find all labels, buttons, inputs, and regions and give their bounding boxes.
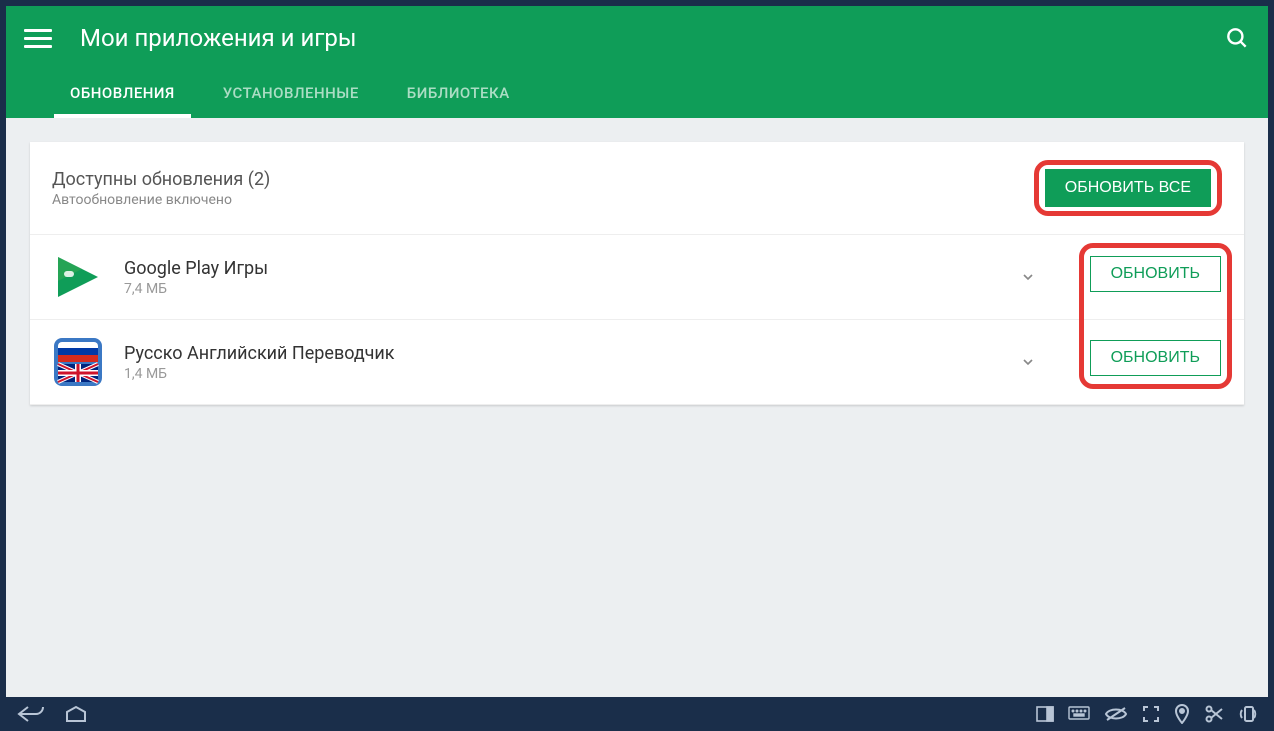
content-area: Доступны обновления (2) Автообновление в… — [6, 118, 1268, 697]
app-size: 7,4 МБ — [124, 281, 1004, 297]
app-row[interactable]: Русско Английский Переводчик 1,4 МБ — [30, 320, 1244, 405]
app-size: 1,4 МБ — [124, 366, 1004, 382]
app-icon-translator — [52, 336, 104, 388]
menu-icon[interactable] — [24, 24, 52, 52]
keyboard-icon[interactable] — [1068, 706, 1090, 722]
tab-library[interactable]: БИБЛИОТЕКА — [383, 70, 534, 118]
visibility-off-icon[interactable] — [1104, 705, 1128, 723]
toggle-panel-icon[interactable] — [1036, 706, 1054, 722]
app-name: Русско Английский Переводчик — [124, 343, 1004, 364]
home-icon[interactable] — [64, 705, 88, 723]
app-icon-play-games — [52, 251, 104, 303]
update-all-button[interactable]: ОБНОВИТЬ ВСЕ — [1045, 169, 1211, 207]
updates-available-label: Доступны обновления (2) — [52, 169, 1034, 190]
auto-update-status: Автообновление включено — [52, 192, 1034, 208]
app-row[interactable]: Google Play Игры 7,4 МБ — [30, 235, 1244, 320]
updates-card: Доступны обновления (2) Автообновление в… — [30, 142, 1244, 405]
shake-device-icon[interactable] — [1238, 704, 1258, 724]
chevron-down-icon[interactable] — [1020, 269, 1036, 285]
highlight-update-buttons: ОБНОВИТЬ ОБНОВИТЬ — [1079, 243, 1232, 389]
updates-section-header: Доступны обновления (2) Автообновление в… — [30, 142, 1244, 235]
highlight-update-all: ОБНОВИТЬ ВСЕ — [1034, 160, 1222, 216]
app-header: Мои приложения и игры ОБНОВЛЕНИЯ УСТАНОВ… — [6, 6, 1268, 118]
back-icon[interactable] — [16, 704, 46, 724]
chevron-down-icon[interactable] — [1020, 354, 1036, 370]
tab-updates[interactable]: ОБНОВЛЕНИЯ — [46, 70, 199, 118]
scissors-icon[interactable] — [1204, 705, 1224, 723]
search-icon[interactable] — [1224, 25, 1250, 51]
app-name: Google Play Игры — [124, 258, 1004, 279]
page-title: Мои приложения и игры — [80, 24, 1224, 52]
emulator-navbar — [6, 697, 1268, 731]
tab-installed[interactable]: УСТАНОВЛЕННЫЕ — [199, 70, 383, 118]
location-icon[interactable] — [1174, 704, 1190, 724]
update-button[interactable]: ОБНОВИТЬ — [1090, 340, 1221, 376]
tabs-bar: ОБНОВЛЕНИЯ УСТАНОВЛЕННЫЕ БИБЛИОТЕКА — [6, 70, 1268, 118]
fullscreen-icon[interactable] — [1142, 705, 1160, 723]
update-button[interactable]: ОБНОВИТЬ — [1090, 256, 1221, 292]
